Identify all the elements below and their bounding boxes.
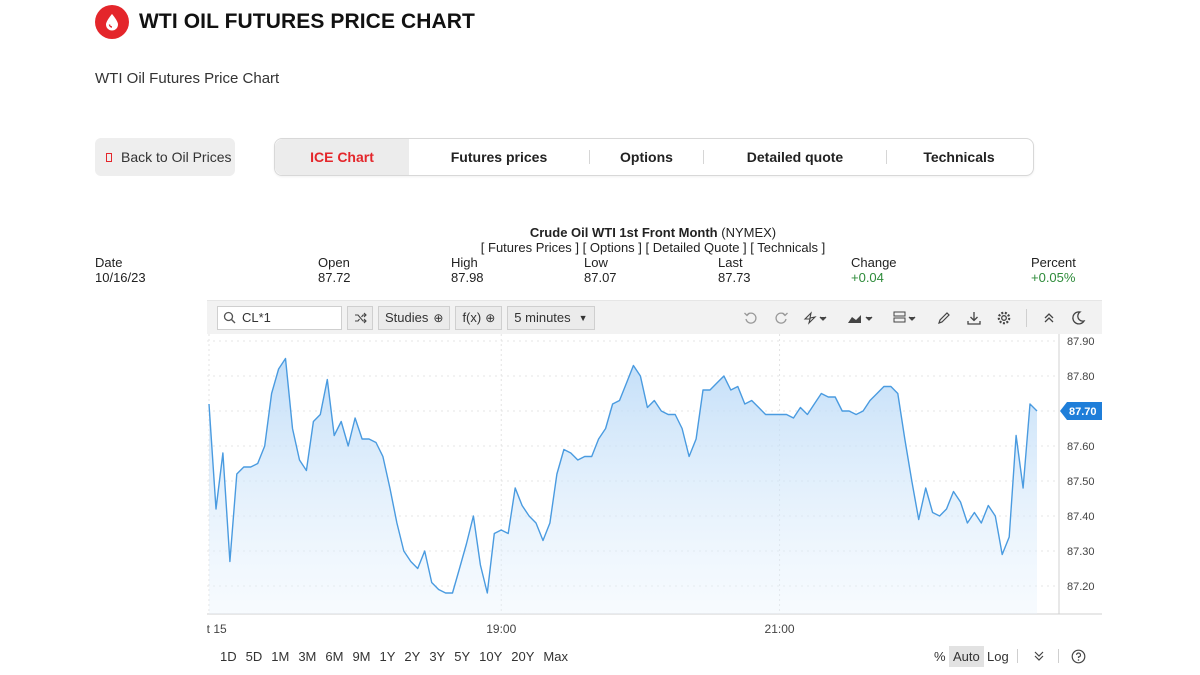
y-tick-label: 87.80 — [1067, 371, 1095, 383]
price-chart: CL*1 Studies ⊕ f(x) ⊕ 5 minutes ▼ 87.90 8… — [207, 300, 1102, 640]
tab-options[interactable]: Options — [590, 139, 703, 175]
stat-change: Change +0.04 — [851, 255, 897, 285]
stat-open: Open 87.72 — [318, 255, 351, 285]
collapse-up-icon[interactable] — [1040, 309, 1058, 327]
oil-drop-icon — [95, 5, 129, 39]
instrument-name: Crude Oil WTI 1st Front Month — [529, 225, 718, 240]
stat-low-label: Low — [584, 255, 608, 270]
y-tick-label: 87.50 — [1067, 476, 1095, 488]
shuffle-icon — [354, 312, 367, 323]
range-9m[interactable]: 9M — [352, 649, 370, 664]
symbol-search-input[interactable]: CL*1 — [217, 305, 342, 330]
tab-ice-chart[interactable]: ICE Chart — [275, 139, 409, 175]
interval-label: 5 minutes — [514, 310, 571, 325]
tab-detailed-quote[interactable]: Detailed quote — [704, 139, 886, 175]
pencil-icon[interactable] — [935, 309, 953, 327]
range-5y[interactable]: 5Y — [454, 649, 470, 664]
stat-change-label: Change — [851, 255, 897, 270]
chart-toolbar: CL*1 Studies ⊕ f(x) ⊕ 5 minutes ▼ — [207, 301, 1102, 334]
symbol-value: CL*1 — [242, 310, 271, 325]
scale-auto-button[interactable]: Auto — [949, 644, 984, 668]
fx-button[interactable]: f(x) ⊕ — [455, 305, 503, 330]
tab-technicals[interactable]: Technicals — [887, 139, 1031, 175]
undo-icon[interactable] — [742, 309, 760, 327]
range-selector: 1D 5D 1M 3M 6M 9M 1Y 2Y 3Y 5Y 10Y 20Y Ma… — [220, 649, 577, 664]
studies-button[interactable]: Studies ⊕ — [378, 305, 451, 330]
tab-bar: ICE Chart Futures prices Options Detaile… — [274, 138, 1034, 176]
stat-last-label: Last — [718, 255, 743, 270]
plus-circle-icon: ⊕ — [485, 310, 496, 325]
range-1m[interactable]: 1M — [271, 649, 289, 664]
last-price-label: 87.70 — [1069, 406, 1097, 418]
stat-last: Last 87.73 — [718, 255, 751, 285]
y-tick-label: 87.20 — [1067, 581, 1095, 593]
range-2y[interactable]: 2Y — [404, 649, 420, 664]
stat-change-value: +0.04 — [851, 270, 884, 285]
x-tick-label: Oct 15 — [207, 622, 227, 636]
price-area-chart[interactable]: 87.90 87.80 87.70 87.60 87.50 87.40 87.30 87.20… — [207, 334, 1102, 641]
fx-label: f(x) — [462, 310, 482, 325]
back-to-oil-prices-button[interactable]: Back to Oil Prices — [95, 138, 235, 176]
range-10y[interactable]: 10Y — [479, 649, 502, 664]
y-tick-label: 87.30 — [1067, 546, 1095, 558]
quote-title: Crude Oil WTI 1st Front Month (NYMEX) — [0, 225, 1200, 240]
stat-low-value: 87.07 — [584, 270, 617, 285]
redo-icon[interactable] — [772, 309, 790, 327]
range-1y[interactable]: 1Y — [380, 649, 396, 664]
stat-date-value: 10/16/23 — [95, 270, 146, 285]
scale-auto-label: Auto — [949, 645, 984, 667]
interval-select[interactable]: 5 minutes ▼ — [507, 305, 595, 330]
stat-date-label: Date — [95, 255, 123, 270]
back-icon — [106, 152, 112, 162]
stat-open-label: Open — [318, 255, 350, 270]
y-tick-label: 87.90 — [1067, 336, 1095, 348]
drawing-tools-icon[interactable] — [803, 309, 831, 327]
toolbar-divider — [1026, 309, 1027, 327]
stat-high: High 87.98 — [451, 255, 484, 285]
dark-mode-moon-icon[interactable] — [1069, 309, 1087, 327]
stat-high-value: 87.98 — [451, 270, 484, 285]
tab-futures-prices[interactable]: Futures prices — [409, 139, 589, 175]
scale-divider — [1058, 649, 1059, 663]
stat-last-value: 87.73 — [718, 270, 751, 285]
studies-label: Studies — [385, 310, 429, 325]
plus-circle-icon: ⊕ — [433, 310, 444, 325]
exchange-name: (NYMEX) — [721, 225, 777, 240]
stat-date: Date 10/16/23 — [95, 255, 146, 285]
caret-down-icon: ▼ — [578, 312, 588, 323]
page-subtitle: WTI Oil Futures Price Chart — [95, 70, 280, 87]
search-icon — [223, 311, 236, 324]
range-max[interactable]: Max — [543, 649, 568, 664]
range-5d[interactable]: 5D — [246, 649, 263, 664]
scale-log-button[interactable]: Log — [987, 644, 1009, 668]
settings-gear-icon[interactable] — [995, 309, 1013, 327]
x-tick-label: 21:00 — [765, 622, 795, 636]
range-6m[interactable]: 6M — [325, 649, 343, 664]
stat-percent: Percent +0.05% — [1031, 255, 1076, 285]
stat-open-value: 87.72 — [318, 270, 351, 285]
compare-button[interactable] — [347, 305, 373, 330]
stat-high-label: High — [451, 255, 478, 270]
y-tick-label: 87.40 — [1067, 511, 1095, 523]
x-tick-label: 19:00 — [486, 622, 516, 636]
expand-down-icon[interactable] — [1033, 644, 1045, 668]
range-3m[interactable]: 3M — [298, 649, 316, 664]
range-1d[interactable]: 1D — [220, 649, 237, 664]
scale-divider — [1017, 649, 1018, 663]
range-3y[interactable]: 3Y — [429, 649, 445, 664]
help-icon[interactable] — [1071, 644, 1086, 668]
chart-type-icon[interactable] — [847, 309, 877, 327]
stat-percent-value: +0.05% — [1031, 270, 1076, 285]
quote-links[interactable]: [ Futures Prices ] [ Options ] [ Detaile… — [0, 240, 1200, 255]
page-title: WTI OIL FUTURES PRICE CHART — [139, 10, 475, 33]
download-icon[interactable] — [965, 309, 983, 327]
stat-low: Low 87.07 — [584, 255, 617, 285]
stat-percent-label: Percent — [1031, 255, 1076, 270]
back-button-label: Back to Oil Prices — [121, 149, 232, 165]
scale-percent-button[interactable]: % — [934, 644, 946, 668]
range-20y[interactable]: 20Y — [511, 649, 534, 664]
layout-icon[interactable] — [893, 309, 921, 327]
y-tick-label: 87.60 — [1067, 441, 1095, 453]
page-header: WTI OIL FUTURES PRICE CHART — [95, 5, 475, 39]
